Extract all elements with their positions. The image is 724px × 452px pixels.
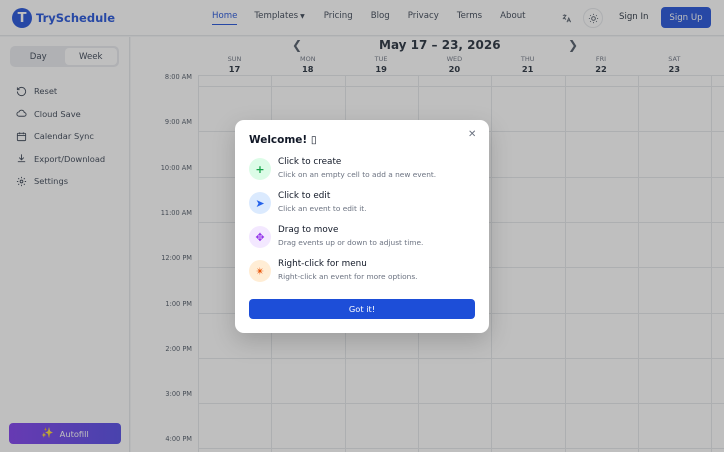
feature-title: Click to create <box>278 157 342 167</box>
feature-title: Drag to move <box>278 225 339 235</box>
feature-title: Click to edit <box>278 191 331 201</box>
menu-click-icon: ✴ <box>249 260 271 282</box>
feature-item: + Click to create Click on an empty cell t… <box>249 157 479 183</box>
feature-item: ✥ Drag to move Drag events up or down to a… <box>249 225 479 251</box>
modal-title: Welcome! ▯ <box>249 134 317 146</box>
welcome-modal: Welcome! ▯ ✕ + Click to create Click on an… <box>235 120 489 333</box>
close-icon[interactable]: ✕ <box>468 129 476 140</box>
feature-item: ➤ Click to edit Click an event to edit it. <box>249 191 479 217</box>
feature-title: Right-click for menu <box>278 259 367 269</box>
plus-icon: + <box>249 158 271 180</box>
feature-description: Drag events up or down to adjust time. <box>278 238 424 247</box>
move-icon: ✥ <box>249 226 271 248</box>
pointer-icon: ➤ <box>249 192 271 214</box>
feature-description: Click an event to edit it. <box>278 204 367 213</box>
feature-description: Click on an empty cell to add a new even… <box>278 170 437 179</box>
got-it-button[interactable]: Got it! <box>249 299 475 319</box>
feature-description: Right-click an event for more options. <box>278 272 418 281</box>
feature-item: ✴ Right-click for menu Right-click an even… <box>249 259 479 285</box>
